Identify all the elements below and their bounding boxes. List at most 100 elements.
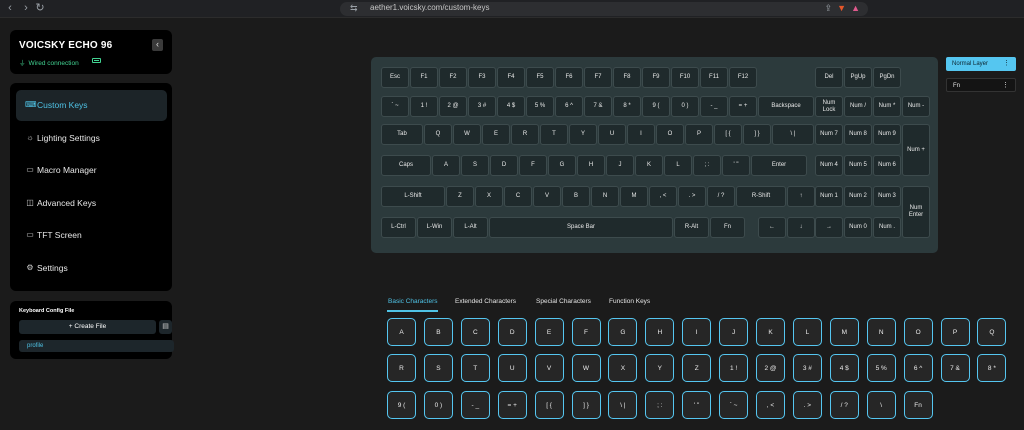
char-key-f[interactable]: F <box>571 318 601 346</box>
key-key[interactable]: , < <box>649 186 677 207</box>
key-f10[interactable]: F10 <box>671 67 699 88</box>
key-f4[interactable]: F4 <box>497 67 525 88</box>
key-key[interactable]: / ? <box>707 186 735 207</box>
key-num-2[interactable]: Num 2 <box>844 186 872 207</box>
sidebar-item-macro-manager[interactable]: ▭ Macro Manager <box>16 155 167 186</box>
tab-function-keys[interactable]: Function Keys <box>609 298 650 305</box>
char-key-5[interactable]: 5 % <box>866 354 896 382</box>
brave-shield-icon[interactable]: ▼ <box>837 3 846 13</box>
key-f9[interactable]: F9 <box>642 67 670 88</box>
tab-basic-characters[interactable]: Basic Characters <box>388 298 438 305</box>
key-caps[interactable]: Caps <box>381 155 431 176</box>
key-d[interactable]: D <box>490 155 518 176</box>
char-key-key[interactable]: ` ~ <box>719 391 749 419</box>
key-key[interactable]: ↑ <box>787 186 815 207</box>
key-8[interactable]: 8 * <box>613 96 641 117</box>
key-num-6[interactable]: Num 6 <box>873 155 901 176</box>
char-key-b[interactable]: B <box>423 318 453 346</box>
key-del[interactable]: Del <box>815 67 843 88</box>
char-key-key[interactable]: ; : <box>645 391 675 419</box>
char-key-6[interactable]: 6 ^ <box>903 354 933 382</box>
key-num[interactable]: Num + <box>902 124 930 176</box>
key-f6[interactable]: F6 <box>555 67 583 88</box>
key-l[interactable]: L <box>664 155 692 176</box>
key-key[interactable]: = + <box>729 96 757 117</box>
key-l-win[interactable]: L-Win <box>417 217 452 238</box>
key-v[interactable]: V <box>533 186 561 207</box>
char-key-key[interactable]: \ | <box>608 391 638 419</box>
key-t[interactable]: T <box>540 124 568 145</box>
key-h[interactable]: H <box>577 155 605 176</box>
more-options-icon[interactable]: ⋮ <box>1003 57 1010 71</box>
char-key-a[interactable]: A <box>387 318 416 346</box>
char-key-2[interactable]: 2 @ <box>756 354 785 382</box>
key-enter[interactable]: Enter <box>751 155 807 176</box>
key-key[interactable]: ↓ <box>787 217 815 238</box>
sidebar-item-tft-screen[interactable]: ▭ TFT Screen <box>16 220 167 251</box>
key-f3[interactable]: F3 <box>468 67 496 88</box>
key-r[interactable]: R <box>511 124 539 145</box>
key-f[interactable]: F <box>519 155 547 176</box>
key-f5[interactable]: F5 <box>526 67 554 88</box>
key-l-ctrl[interactable]: L-Ctrl <box>381 217 416 238</box>
key-9[interactable]: 9 ( <box>642 96 670 117</box>
sidebar-item-custom-keys[interactable]: ⌨ Custom Keys <box>16 90 167 121</box>
key-0[interactable]: 0 ) <box>671 96 699 117</box>
char-key-v[interactable]: V <box>534 354 564 382</box>
key-key[interactable]: ' " <box>722 155 750 176</box>
key-3[interactable]: 3 # <box>468 96 496 117</box>
key-z[interactable]: Z <box>446 186 474 207</box>
key-r-alt[interactable]: R-Alt <box>674 217 709 238</box>
char-key-d[interactable]: D <box>497 318 527 346</box>
reload-icon[interactable]: ↻ <box>34 2 46 14</box>
back-icon[interactable]: ‹ <box>4 2 16 14</box>
char-key-j[interactable]: J <box>719 318 749 346</box>
char-key-c[interactable]: C <box>460 318 490 346</box>
key-1[interactable]: 1 ! <box>410 96 438 117</box>
char-key-e[interactable]: E <box>534 318 564 346</box>
char-key-0[interactable]: 0 ) <box>423 391 453 419</box>
key-r-shift[interactable]: R-Shift <box>736 186 786 207</box>
more-options-icon[interactable]: ⋮ <box>1002 79 1009 93</box>
char-key-4[interactable]: 4 $ <box>829 354 859 382</box>
key-5[interactable]: 5 % <box>526 96 554 117</box>
key-num-0[interactable]: Num 0 <box>844 217 872 238</box>
key-num-8[interactable]: Num 8 <box>844 124 872 145</box>
key-f2[interactable]: F2 <box>439 67 467 88</box>
char-key-p[interactable]: P <box>940 318 970 346</box>
key-key[interactable]: \ | <box>772 124 814 145</box>
char-key-key[interactable]: - _ <box>460 391 490 419</box>
sidebar-item-lighting-settings[interactable]: ☼ Lighting Settings <box>16 123 167 154</box>
key-key[interactable]: - _ <box>700 96 728 117</box>
key-key[interactable]: ` ~ <box>381 96 409 117</box>
key-num-enter[interactable]: Num Enter <box>902 186 930 238</box>
key-l-shift[interactable]: L-Shift <box>381 186 445 207</box>
key-backspace[interactable]: Backspace <box>758 96 814 117</box>
key-num-3[interactable]: Num 3 <box>873 186 901 207</box>
key-w[interactable]: W <box>453 124 481 145</box>
key-c[interactable]: C <box>504 186 532 207</box>
char-key-z[interactable]: Z <box>682 354 712 382</box>
key-f12[interactable]: F12 <box>729 67 757 88</box>
key-2[interactable]: 2 @ <box>439 96 467 117</box>
char-key-t[interactable]: T <box>460 354 490 382</box>
sidebar-item-settings[interactable]: ⚙ Settings <box>16 253 167 284</box>
key-a[interactable]: A <box>432 155 460 176</box>
key-num[interactable]: Num . <box>873 217 901 238</box>
key-q[interactable]: Q <box>424 124 452 145</box>
key-i[interactable]: I <box>627 124 655 145</box>
char-key-fn[interactable]: Fn <box>903 391 933 419</box>
key-s[interactable]: S <box>461 155 489 176</box>
key-f1[interactable]: F1 <box>410 67 438 88</box>
char-key-l[interactable]: L <box>792 318 822 346</box>
key-x[interactable]: X <box>475 186 503 207</box>
key-num-4[interactable]: Num 4 <box>815 155 843 176</box>
key-tab[interactable]: Tab <box>381 124 423 145</box>
key-key[interactable]: . > <box>678 186 706 207</box>
forward-icon[interactable]: › <box>20 2 32 14</box>
key-g[interactable]: G <box>548 155 576 176</box>
tab-extended-characters[interactable]: Extended Characters <box>455 298 516 305</box>
key-num-lock[interactable]: Num Lock <box>815 96 843 117</box>
char-key-w[interactable]: W <box>571 354 601 382</box>
key-pgup[interactable]: PgUp <box>844 67 872 88</box>
